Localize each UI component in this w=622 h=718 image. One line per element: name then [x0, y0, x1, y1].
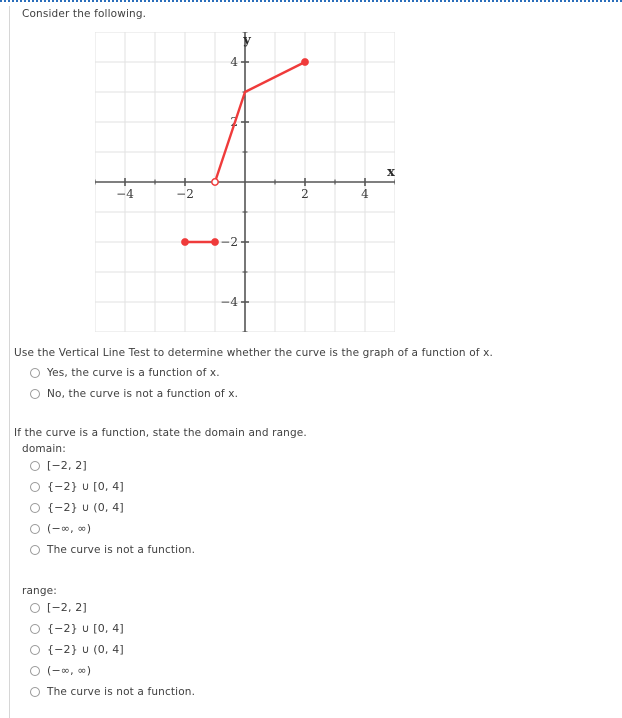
domain-label: domain: [22, 443, 66, 455]
domain-option-0-label: [−2, 2] [47, 459, 87, 472]
question-page: Consider the following. −4 −2 2 4 4 2 −2 −4 xy … [0, 0, 622, 718]
radio-icon[interactable] [30, 644, 40, 655]
vlt-option-yes[interactable]: Yes, the curve is a function of x. [22, 362, 238, 383]
range-option-0[interactable]: [−2, 2] [22, 597, 195, 618]
intro-text: Consider the following. [22, 8, 147, 20]
radio-icon[interactable] [30, 460, 40, 471]
svg-text:−2: −2 [220, 235, 238, 249]
vlt-option-yes-label: Yes, the curve is a function of x. [47, 366, 220, 379]
vlt-option-no[interactable]: No, the curve is not a function of x. [22, 383, 238, 404]
range-option-1[interactable]: {−2} ∪ [0, 4] [22, 618, 195, 639]
radio-icon[interactable] [30, 665, 40, 676]
domain-option-3-label: (−∞, ∞) [47, 522, 92, 535]
domain-option-1-label: {−2} ∪ [0, 4] [47, 480, 124, 493]
domain-option-3[interactable]: (−∞, ∞) [22, 518, 195, 539]
domain-options: [−2, 2] {−2} ∪ [0, 4] {−2} ∪ (0, 4] (−∞,… [22, 455, 195, 560]
range-option-4-label: The curve is not a function. [47, 685, 196, 698]
radio-icon[interactable] [30, 602, 40, 613]
radio-icon[interactable] [30, 544, 40, 555]
range-option-3-label: (−∞, ∞) [47, 664, 92, 677]
svg-text:4: 4 [361, 187, 369, 201]
domain-option-2-label: {−2} ∪ (0, 4] [47, 501, 124, 514]
svg-text:−2: −2 [176, 187, 194, 201]
axes [95, 32, 395, 332]
domain-range-instruction-text: If the curve is a function, state the do… [14, 427, 307, 439]
vlt-option-no-label: No, the curve is not a function of x. [47, 387, 239, 400]
axis-titles: xy [242, 33, 395, 180]
domain-option-0[interactable]: [−2, 2] [22, 455, 195, 476]
domain-range-instruction: If the curve is a function, state the do… [14, 427, 307, 439]
range-options: [−2, 2] {−2} ∪ [0, 4] {−2} ∪ (0, 4] (−∞,… [22, 597, 195, 702]
range-option-1-label: {−2} ∪ [0, 4] [47, 622, 124, 635]
svg-text:−4: −4 [220, 295, 238, 309]
vlt-options: Yes, the curve is a function of x. No, t… [22, 362, 238, 404]
svg-text:2: 2 [301, 187, 309, 201]
vlt-question-text: Use the Vertical Line Test to determine … [14, 347, 493, 359]
range-option-0-label: [−2, 2] [47, 601, 87, 614]
range-option-3[interactable]: (−∞, ∞) [22, 660, 195, 681]
svg-text:−4: −4 [116, 187, 134, 201]
domain-option-4[interactable]: The curve is not a function. [22, 539, 195, 560]
radio-icon[interactable] [30, 623, 40, 634]
radio-icon[interactable] [30, 686, 40, 697]
left-divider [9, 6, 10, 718]
svg-text:x: x [387, 165, 395, 180]
radio-icon[interactable] [30, 367, 40, 378]
range-option-4[interactable]: The curve is not a function. [22, 681, 195, 702]
radio-icon[interactable] [30, 523, 40, 534]
svg-text:y: y [242, 33, 251, 48]
domain-option-1[interactable]: {−2} ∪ [0, 4] [22, 476, 195, 497]
radio-icon[interactable] [30, 388, 40, 399]
coordinate-plane: −4 −2 2 442−2−4 xy [95, 32, 395, 332]
graph-figure: −4 −2 2 4 4 2 −2 −4 xy [95, 32, 395, 332]
vlt-question: Use the Vertical Line Test to determine … [14, 347, 493, 359]
radio-icon[interactable] [30, 481, 40, 492]
range-label: range: [22, 585, 57, 597]
domain-option-2[interactable]: {−2} ∪ (0, 4] [22, 497, 195, 518]
radio-icon[interactable] [30, 502, 40, 513]
range-option-2[interactable]: {−2} ∪ (0, 4] [22, 639, 195, 660]
range-option-2-label: {−2} ∪ (0, 4] [47, 643, 124, 656]
domain-option-4-label: The curve is not a function. [47, 543, 196, 556]
svg-text:4: 4 [230, 55, 238, 69]
